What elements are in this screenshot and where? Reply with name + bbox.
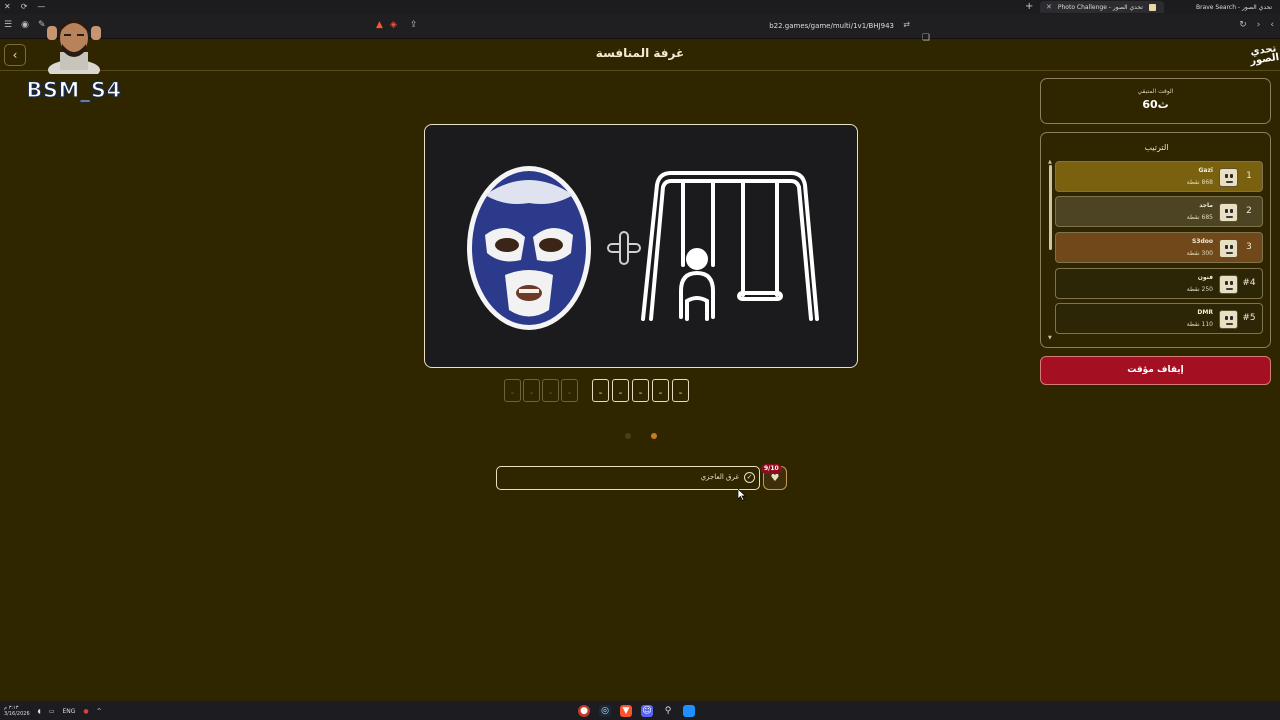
streamer-tag: BSM_S4 — [26, 77, 122, 102]
letter-slot: - — [542, 379, 559, 402]
player-rank: 2 — [1246, 206, 1252, 216]
player-points: 868 نقطة — [1186, 179, 1213, 186]
letter-slot: - — [672, 379, 689, 402]
tab-title: Photo Challenge - تحدي الصور — [1057, 3, 1143, 11]
leaderboard-row: #5 DMR 110 نقطة — [1055, 303, 1263, 334]
browser-tab-bar: ✕ ⟳ — + ✕ Photo Challenge - تحدي الصور B… — [0, 0, 1280, 14]
chevron-up-icon[interactable]: ^ — [97, 708, 102, 715]
url-box[interactable]: ▲ ◈ ⇪ b22.games/game/multi/1v1/BHJ943 ⇄ — [370, 18, 918, 35]
letter-slot: - — [561, 379, 578, 402]
letter-slot: - — [652, 379, 669, 402]
tab-brave-search[interactable]: Brave Search - تحدي الصور — [1190, 1, 1280, 13]
player-rank: 3 — [1246, 242, 1252, 252]
back-icon[interactable]: ‹ — [1270, 20, 1274, 30]
check-circle-icon[interactable]: ✓ — [744, 472, 755, 483]
game-header: ‹ غرفة المنافسة تحدي الصور — [0, 40, 1280, 71]
leaderboard-row: 1 Gazi 868 نقطة — [1055, 161, 1263, 192]
mouse-cursor-icon — [738, 489, 746, 501]
menu-icon[interactable]: ☰ — [4, 20, 12, 30]
leaderboard-row: #4 فنون 250 نقطة — [1055, 268, 1263, 299]
microphone-icon[interactable]: ● — [83, 708, 88, 715]
puzzle-image — [467, 166, 819, 330]
streamer-avatar-icon — [47, 19, 101, 74]
discord-icon[interactable]: ☺ — [641, 705, 653, 717]
letter-slot: - — [592, 379, 609, 402]
player-avatar — [1219, 239, 1238, 258]
search-icon[interactable]: ⚲ — [662, 705, 674, 717]
player-points: 110 نقطة — [1186, 321, 1213, 328]
hint-icon: ♥ — [770, 472, 780, 484]
close-tab-icon[interactable]: ✕ — [1046, 3, 1052, 11]
steam-icon[interactable]: ◎ — [599, 705, 611, 717]
url-text[interactable]: b22.games/game/multi/1v1/BHJ943 — [769, 22, 894, 30]
site-settings-icon[interactable]: ⇄ — [903, 20, 910, 29]
leaderboard-scrollbar[interactable]: ▲ ▼ — [1048, 159, 1052, 341]
swing-set-icon — [641, 171, 819, 321]
player-name: فنون — [1197, 274, 1213, 281]
letter-slot: - — [632, 379, 649, 402]
share-icon[interactable]: ⇪ — [410, 20, 418, 30]
letter-slot: - — [504, 379, 521, 402]
answer-input[interactable]: غرق العاجزي ✓ — [496, 466, 760, 490]
reload-page-icon[interactable]: ↻ — [1239, 20, 1247, 30]
clock-date: 3/16/2026 — [4, 711, 30, 717]
pause-timer-button[interactable]: إيقاف مؤقت — [1040, 356, 1271, 385]
timer-card: الوقت المتبقي 60ث — [1040, 78, 1271, 124]
player-avatar — [1219, 168, 1238, 187]
plus-icon — [607, 231, 641, 265]
close-window-icon[interactable]: ✕ — [4, 2, 11, 11]
player-points: 300 نقطة — [1186, 250, 1213, 257]
player-name: ماجد — [1199, 202, 1213, 209]
pagination-dot-active[interactable] — [651, 433, 657, 439]
puzzle-image-card — [424, 124, 858, 368]
leaderboard-title: الترتيب — [1144, 143, 1169, 152]
language-indicator[interactable]: ENG — [62, 708, 75, 715]
tab-title: Brave Search - تحدي الصور — [1196, 3, 1273, 11]
new-tab-button[interactable]: + — [1025, 1, 1033, 12]
page-title: غرفة المنافسة — [595, 46, 685, 60]
brand-logo[interactable]: تحدي الصور — [1248, 40, 1279, 70]
clock[interactable]: ٣:١٣ م 3/16/2026 — [4, 705, 30, 717]
pagination-dot[interactable] — [625, 433, 631, 439]
player-rank: 1 — [1246, 171, 1252, 181]
leaderboard-row: 2 ماجد 685 نقطة — [1055, 196, 1263, 227]
os-taskbar: ٣:١٣ م 3/16/2026 ◖ ▭ ENG ● ^ ● ◎ ▼ ☺ ⚲ — [0, 701, 1280, 720]
player-avatar — [1219, 275, 1238, 294]
player-name: S3doo — [1191, 238, 1213, 245]
letter-slot: - — [612, 379, 629, 402]
system-tray: ٣:١٣ م 3/16/2026 ◖ ▭ ENG ● ^ — [4, 705, 102, 717]
letter-slot: - — [523, 379, 540, 402]
brave-shield-icon[interactable]: ◈ — [390, 20, 397, 30]
leaderboard-row: 3 S3doo 300 نقطة — [1055, 232, 1263, 263]
leaderboard: الترتيب ▲ ▼ 1 Gazi 868 نقطة 2 ماجد 685 ن… — [1040, 132, 1271, 348]
wrestling-mask-icon — [467, 166, 591, 330]
taskbar-apps: ● ◎ ▼ ☺ ⚲ — [578, 705, 695, 717]
player-avatar — [1219, 203, 1238, 222]
address-bar-row: ☰ ◉ ✎ ▲ ◈ ⇪ b22.games/game/multi/1v1/BHJ… — [0, 14, 1280, 43]
scroll-down-icon[interactable]: ▼ — [1048, 335, 1052, 341]
timer-label: الوقت المتبقي — [1137, 88, 1174, 95]
volume-icon[interactable]: ◖ — [38, 708, 41, 715]
obs-icon[interactable]: ● — [578, 705, 590, 717]
windows-start-icon[interactable] — [683, 705, 695, 717]
scrollbar-thumb[interactable] — [1049, 165, 1052, 250]
brave-browser-icon[interactable]: ▼ — [620, 705, 632, 717]
nav-right-controls: ↻ › ‹ — [1239, 20, 1274, 30]
timer-value: 60ث — [1142, 98, 1169, 111]
streamer-overlay: BSM_S4 — [18, 8, 130, 104]
player-avatar — [1219, 310, 1238, 329]
player-rank: #4 — [1242, 278, 1256, 288]
player-points: 685 نقطة — [1186, 214, 1213, 221]
player-points: 250 نقطة — [1186, 286, 1213, 293]
tab-photo-challenge[interactable]: ✕ Photo Challenge - تحدي الصور — [1040, 1, 1164, 13]
network-icon[interactable]: ▭ — [49, 708, 55, 715]
hint-count-badge: 9/10 — [761, 464, 782, 474]
tab-favicon-icon — [1148, 3, 1156, 11]
answer-input-value: غرق العاجزي — [700, 473, 739, 481]
player-rank: #5 — [1242, 313, 1256, 323]
forward-icon[interactable]: › — [1257, 20, 1261, 30]
player-name: Gazi — [1198, 167, 1213, 174]
player-name: DMR — [1197, 309, 1213, 316]
brave-rewards-icon[interactable]: ▲ — [376, 20, 383, 30]
